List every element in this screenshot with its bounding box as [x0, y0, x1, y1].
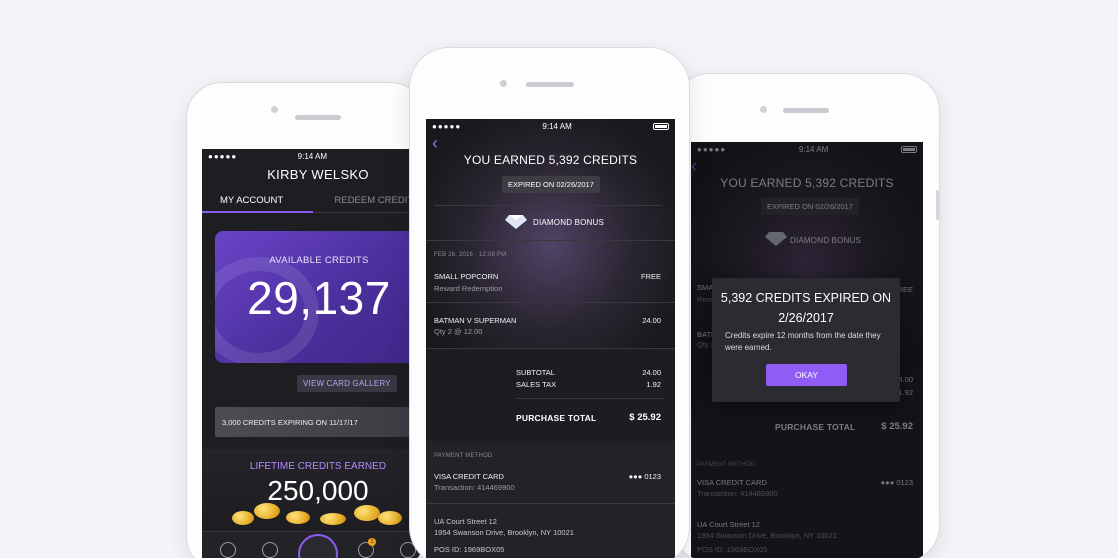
coin-icon — [254, 503, 280, 519]
expiring-credits-notice[interactable]: 3,000 CREDITS EXPIRING ON 11/17/17 — [215, 407, 425, 437]
sales-tax-label: SALES TAX — [516, 380, 557, 389]
lifetime-credits-value: 250,000 — [267, 475, 369, 506]
item-detail: Reward Redemption — [434, 284, 503, 293]
coin-icon — [232, 511, 254, 525]
lifetime-credits-label: LIFETIME CREDITS EARNED — [249, 461, 387, 472]
bottom-tab-bar: 1 — [202, 531, 425, 558]
subtotal-value: 24.00 — [642, 368, 661, 377]
available-credits-label: AVAILABLE CREDITS — [269, 255, 369, 266]
divider — [426, 302, 675, 303]
dialog-body: Credits expire 12 months from the date t… — [725, 331, 881, 352]
notification-badge: 1 — [368, 538, 376, 546]
earpiece-speaker — [526, 82, 574, 87]
diamond-icon — [505, 215, 527, 229]
venue-name: UA Court Street 12 — [434, 517, 497, 526]
dialog-title: 5,392 CREDITS EXPIRED ON 2/26/2017 — [720, 291, 892, 325]
item-price: FREE — [640, 272, 661, 281]
earpiece-speaker — [295, 115, 341, 120]
venue-address: 1954 Swanson Drive, Brooklyn, NY 10021 — [434, 528, 574, 537]
phone-account: ●●●●● 9:14 AM KIRBY WELSKO MY ACCOUNT RE… — [186, 82, 426, 558]
status-time: 9:14 AM — [297, 151, 327, 161]
earned-title: YOU EARNED 5,392 CREDITS — [463, 153, 638, 167]
home-logo-button[interactable] — [298, 534, 338, 558]
status-bar: ●●●●● 9:14 AM — [426, 119, 675, 133]
okay-button[interactable]: OKAY — [766, 364, 847, 386]
account-tabs: MY ACCOUNT REDEEM CREDITS — [202, 189, 425, 213]
divider — [426, 240, 675, 241]
coin-icon — [354, 505, 380, 521]
subtotal-label: SUBTOTAL — [516, 368, 555, 377]
diamond-bonus-label: DIAMOND BONUS — [533, 218, 605, 227]
view-card-gallery-button[interactable]: VIEW CARD GALLERY — [297, 375, 397, 392]
account-screen: ●●●●● 9:14 AM KIRBY WELSKO MY ACCOUNT RE… — [202, 149, 425, 558]
expired-receipt-screen: ●●●●● 9:14 AM ‹ YOU EARNED 5,392 CREDITS… — [691, 142, 923, 558]
available-credits-value: 29,137 — [247, 272, 391, 324]
phone-receipt: ●●●●● 9:14 AM ‹ YOU EARNED 5,392 CREDITS… — [409, 47, 690, 558]
item-detail: Qty 2 @ 12.00 — [434, 327, 483, 336]
signal-icon: ●●●●● — [432, 121, 462, 131]
divider — [434, 205, 662, 206]
transaction-id: Transaction: 414469900 — [434, 483, 515, 492]
status-time: 9:14 AM — [542, 121, 572, 131]
showcase-canvas: ●●●●● 9:14 AM KIRBY WELSKO MY ACCOUNT RE… — [0, 0, 1118, 558]
tab-my-account[interactable]: MY ACCOUNT — [202, 189, 313, 213]
divider — [516, 398, 664, 399]
item-price: 24.00 — [642, 316, 661, 325]
front-camera — [760, 106, 767, 113]
signal-icon: ●●●●● — [208, 151, 238, 161]
coin-icon — [286, 511, 310, 524]
earpiece-speaker — [783, 108, 829, 113]
front-camera — [271, 106, 278, 113]
divider — [426, 348, 675, 349]
transaction-datetime: FEB 26, 2016 · 12:08 PM — [434, 252, 507, 258]
credits-expired-dialog: 5,392 CREDITS EXPIRED ON 2/26/2017 Credi… — [712, 278, 900, 402]
divider — [426, 503, 675, 504]
back-chevron-icon[interactable]: ‹ — [432, 133, 438, 154]
purchase-total-label: PURCHASE TOTAL — [516, 413, 597, 423]
purchase-total-value: $ 25.92 — [629, 412, 661, 423]
card-last4: ●●● 0123 — [628, 472, 661, 481]
coin-icon — [320, 513, 346, 525]
card-name: VISA CREDIT CARD — [434, 472, 504, 481]
front-camera — [500, 80, 507, 87]
expired-date-pill: EXPIRED ON 02/26/2017 — [502, 176, 600, 193]
payment-method-heading: PAYMENT METHOD — [434, 453, 493, 459]
sales-tax-value: 1.92 — [646, 380, 661, 389]
coin-icon — [378, 511, 402, 525]
location-pin-icon[interactable] — [262, 542, 278, 558]
status-bar: ●●●●● 9:14 AM — [202, 149, 425, 163]
pos-id: POS ID: 1969BOX05 — [434, 545, 505, 554]
phone-expired-modal: ●●●●● 9:14 AM ‹ YOU EARNED 5,392 CREDITS… — [672, 73, 940, 558]
receipt-screen: ●●●●● 9:14 AM ‹ YOU EARNED 5,392 CREDITS… — [426, 119, 675, 558]
power-button — [936, 190, 939, 220]
film-reel-icon[interactable] — [220, 542, 236, 558]
available-credits-card[interactable]: AVAILABLE CREDITS 29,137 — [215, 231, 425, 363]
battery-icon — [653, 122, 669, 130]
user-name: KIRBY WELSKO — [267, 167, 369, 182]
item-name: BATMAN V SUPERMAN — [434, 316, 517, 325]
item-name: SMALL POPCORN — [434, 272, 499, 281]
